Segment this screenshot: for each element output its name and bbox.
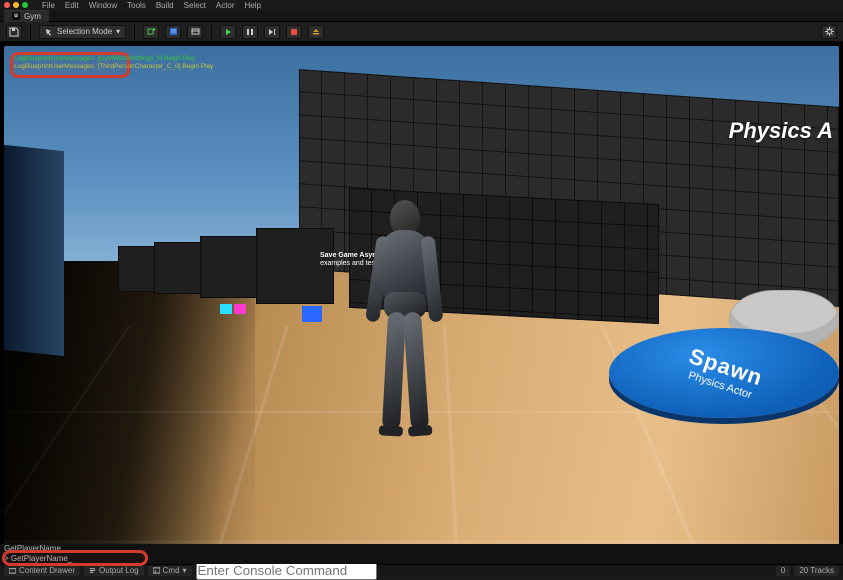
content-drawer-button[interactable]: Content Drawer [4,566,80,576]
window-traffic-lights [4,2,28,8]
menu-bar: File Edit Window Tools Build Select Acto… [0,0,843,10]
eject-icon [312,28,320,36]
menu-actor[interactable]: Actor [216,1,235,10]
eject-button[interactable] [308,25,324,39]
zoom-icon[interactable] [22,2,28,8]
debug-print-line: LogBlueprintUserMessages: [ThirdPersonCh… [14,63,213,70]
scene-cube-cyan [220,304,232,314]
output-log-button[interactable]: Output Log [84,566,144,576]
blueprints-button[interactable] [165,25,181,39]
scene-cube-magenta [234,304,246,314]
save-icon [9,27,19,37]
chevron-down-icon: ▾ [183,566,187,575]
play-button[interactable] [220,25,236,39]
menu-build[interactable]: Build [156,1,174,10]
derived-data-button[interactable]: 0 [776,566,790,576]
drawer-icon [9,567,16,574]
terminal-icon [153,567,160,574]
blueprint-icon [169,27,178,36]
physics-area-label: Physics A [729,118,833,144]
scene-box [154,242,204,294]
tab-level[interactable]: u Gym [4,10,49,22]
cursor-icon [45,28,53,36]
pause-icon [246,28,254,36]
player-character [363,200,447,440]
cmd-dropdown[interactable]: Cmd ▾ [148,566,192,576]
gear-icon [825,27,834,36]
scene-box [200,236,262,298]
selection-mode-dropdown[interactable]: Selection Mode ▾ [39,25,126,39]
tracks-button[interactable]: 20 Tracks [794,566,839,576]
add-content-button[interactable] [143,25,159,39]
stop-icon [290,28,298,36]
main-toolbar: Selection Mode ▾ [0,22,843,42]
pause-button[interactable] [242,25,258,39]
scene-wall-left [4,145,64,356]
close-icon[interactable] [4,2,10,8]
unreal-logo-icon: u [12,12,20,20]
menu-select[interactable]: Select [184,1,206,10]
selection-mode-label: Selection Mode [57,27,112,36]
annotation-highlight-bottom [2,550,148,566]
menu-file[interactable]: File [42,1,55,10]
minimize-icon[interactable] [13,2,19,8]
play-icon [226,29,231,35]
stop-button[interactable] [286,25,302,39]
menu-edit[interactable]: Edit [65,1,79,10]
log-icon [89,567,96,574]
save-button[interactable] [6,25,22,39]
chevron-down-icon: ▾ [116,27,120,36]
skip-icon [268,28,276,36]
cinematics-button[interactable] [187,25,203,39]
menu-window[interactable]: Window [89,1,117,10]
cube-plus-icon [147,27,156,36]
frame-skip-button[interactable] [264,25,280,39]
sequence-icon [191,27,200,36]
debug-print-line: LogBlueprintUserMessages: [GymWorldSetti… [14,55,195,62]
settings-button[interactable] [821,25,837,39]
footer: GetPlayerName > GetPlayerName_ Content D… [0,544,843,576]
level-viewport-container: Physics A Save Game Async examples and t… [0,42,843,562]
spawn-pad: SpawnPhysics Actor [609,328,839,418]
scene-cube-blue [302,306,322,322]
level-viewport[interactable]: Physics A Save Game Async examples and t… [4,46,839,558]
document-tab-bar: u Gym [0,10,843,22]
tab-title: Gym [24,12,41,21]
menu-help[interactable]: Help [245,1,261,10]
menu-tools[interactable]: Tools [127,1,146,10]
